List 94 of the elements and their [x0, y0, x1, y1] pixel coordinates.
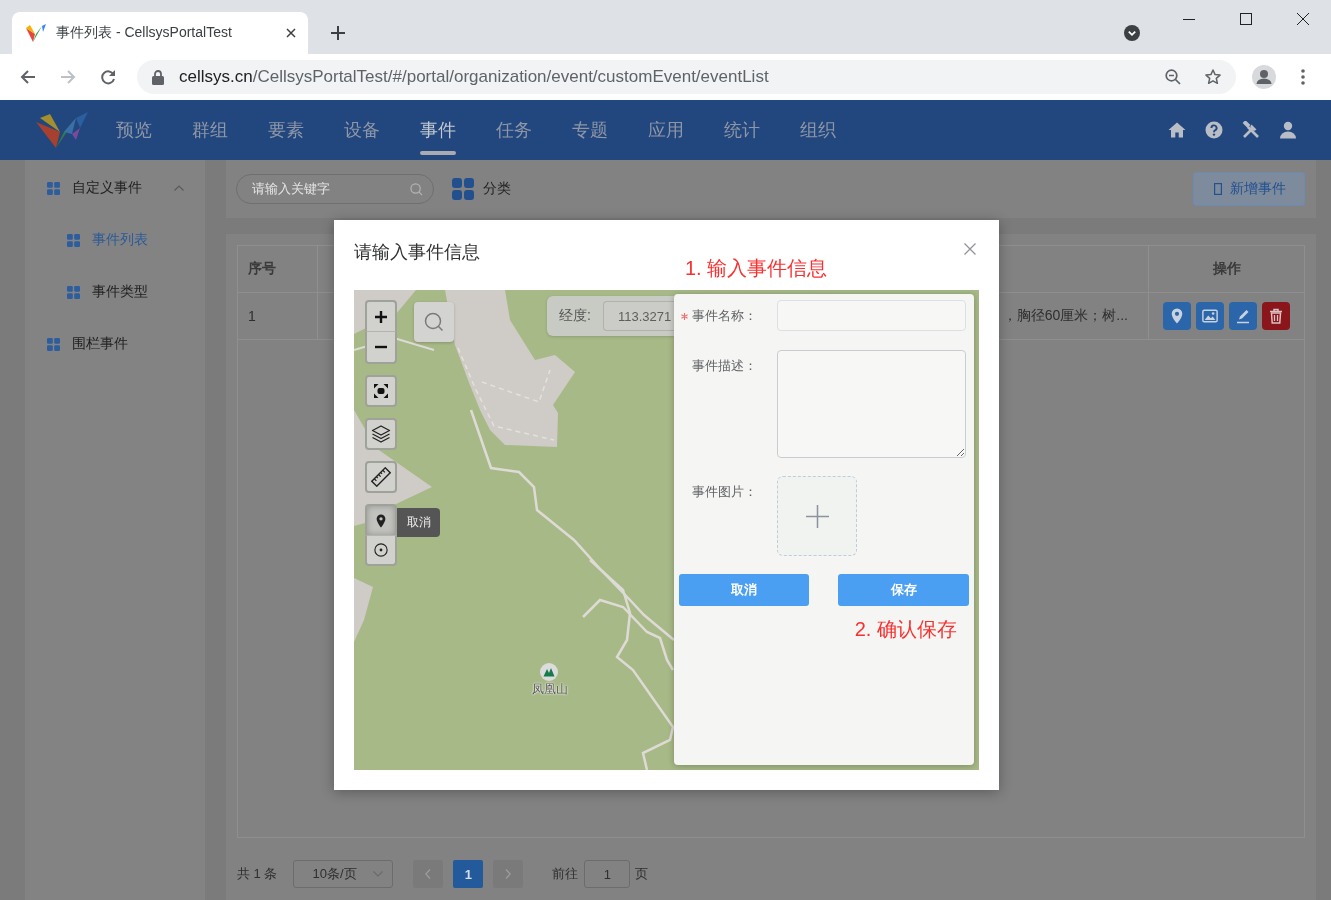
- sidebar-item[interactable]: 事件类型: [25, 266, 205, 318]
- nav-tab[interactable]: 专题: [552, 100, 628, 160]
- mountain-icon: [540, 663, 558, 681]
- help-icon[interactable]: [1205, 121, 1223, 139]
- search-icon: [424, 312, 444, 332]
- total-count: 共 1 条: [237, 865, 278, 883]
- marker-button[interactable]: [365, 504, 397, 536]
- step-note: 1. 输入事件信息: [685, 256, 828, 280]
- nav-tab[interactable]: 群组: [172, 100, 248, 160]
- map-search-button[interactable]: [414, 302, 454, 342]
- page-input[interactable]: 1: [584, 860, 631, 888]
- expand-icon: [374, 384, 388, 398]
- nav-tab[interactable]: 预览: [96, 100, 172, 160]
- logo-icon: [26, 24, 46, 42]
- reload-icon[interactable]: [100, 69, 116, 85]
- save-button[interactable]: 保存: [838, 574, 969, 606]
- close-icon[interactable]: [286, 28, 296, 38]
- column-header: 操作: [1212, 260, 1241, 278]
- name-field[interactable]: [777, 300, 966, 331]
- nav-tab[interactable]: 统计: [704, 100, 780, 160]
- page-number[interactable]: 1: [453, 860, 484, 888]
- plus-icon: [374, 309, 388, 324]
- zoom-in-button[interactable]: [365, 300, 397, 332]
- user-icon[interactable]: [1279, 121, 1297, 139]
- grid-icon: [67, 233, 80, 247]
- layers-button[interactable]: [365, 418, 397, 450]
- longitude-label: 经度:: [559, 307, 591, 325]
- sidebar-item[interactable]: 围栏事件: [25, 318, 205, 370]
- field-label: 事件名称：: [692, 307, 757, 325]
- nav-tab[interactable]: 要素: [248, 100, 324, 160]
- menu-icon[interactable]: [1301, 69, 1305, 85]
- edit-button[interactable]: [1229, 302, 1257, 330]
- image-button[interactable]: [1196, 302, 1224, 330]
- close-icon[interactable]: [1296, 13, 1309, 25]
- sidebar-item[interactable]: 自定义事件: [25, 162, 205, 214]
- nav-tab[interactable]: 任务: [476, 100, 552, 160]
- table-cell: ，胸径60厘米；树...: [1002, 307, 1128, 325]
- pin-icon: [374, 513, 388, 528]
- ruler-icon: [371, 467, 391, 487]
- page-size-select[interactable]: 10条/页: [293, 860, 394, 888]
- map-place-label: 凤凰山: [532, 682, 568, 696]
- field-label: 事件图片：: [692, 483, 757, 501]
- field-label: 事件描述：: [692, 357, 757, 375]
- nav-tab[interactable]: 应用: [628, 100, 704, 160]
- grid-icon: [67, 285, 80, 299]
- back-arrow-icon[interactable]: [20, 69, 36, 85]
- description-field[interactable]: [777, 350, 966, 458]
- pencil-icon: [1235, 308, 1251, 324]
- plus-icon[interactable]: [331, 26, 345, 40]
- image-icon: [1202, 308, 1218, 324]
- avatar-icon[interactable]: [1252, 65, 1276, 89]
- nav-tab[interactable]: 设备: [324, 100, 400, 160]
- longitude-field[interactable]: 113.3271: [603, 301, 674, 331]
- url-text: cellsys.cn/CellsysPortalTest/#/portal/organization/event/customEvent/eventList: [179, 67, 770, 87]
- address-bar[interactable]: cellsys.cn/CellsysPortalTest/#/portal/organization/event/customEvent/eventList: [137, 60, 1236, 94]
- add-event-button[interactable]: 新增事件: [1193, 172, 1305, 206]
- cancel-button[interactable]: 取消: [679, 574, 809, 606]
- category-label[interactable]: 分类: [483, 180, 511, 198]
- caret-icon: [373, 871, 384, 877]
- dialog-title: 请输入事件信息: [354, 242, 480, 262]
- locate-button[interactable]: [365, 536, 397, 566]
- nav-tab[interactable]: 事件: [400, 100, 476, 160]
- table-cell: 1: [248, 308, 256, 324]
- chevron-left-icon: [425, 869, 432, 879]
- nav-tab[interactable]: 组织: [780, 100, 856, 160]
- target-icon: [374, 543, 388, 557]
- square-icon: [1214, 183, 1222, 195]
- chevron-right-icon: [505, 869, 512, 879]
- plus-icon: [805, 504, 829, 528]
- lock-icon: [152, 69, 164, 85]
- page-suffix: 页: [635, 865, 649, 883]
- zoom-out-icon[interactable]: [1165, 69, 1181, 85]
- chevron-circle-icon[interactable]: [1124, 25, 1140, 41]
- fullscreen-button[interactable]: [365, 375, 397, 407]
- trash-icon: [1268, 308, 1284, 324]
- tools-icon[interactable]: [1242, 121, 1260, 139]
- goto-label: 前往: [552, 865, 579, 883]
- zoom-out-button[interactable]: [365, 332, 397, 364]
- browser-tab[interactable]: 事件列表 - CellsysPortalTest: [12, 12, 308, 54]
- layers-icon: [371, 424, 391, 444]
- maximize-icon[interactable]: [1239, 13, 1252, 25]
- step-note: 2. 确认保存: [854, 617, 957, 641]
- sidebar-item[interactable]: 事件列表: [25, 214, 205, 266]
- star-icon[interactable]: [1205, 69, 1221, 85]
- grid-icon: [47, 181, 60, 195]
- ruler-button[interactable]: [365, 461, 397, 493]
- tooltip: 取消: [397, 508, 440, 537]
- grid-icon: [47, 337, 60, 351]
- locate-button[interactable]: [1163, 302, 1191, 330]
- column-header: 序号: [248, 260, 276, 278]
- logo-icon[interactable]: [36, 110, 88, 150]
- delete-button[interactable]: [1262, 302, 1290, 330]
- pin-icon: [1169, 308, 1185, 324]
- home-icon[interactable]: [1168, 121, 1186, 139]
